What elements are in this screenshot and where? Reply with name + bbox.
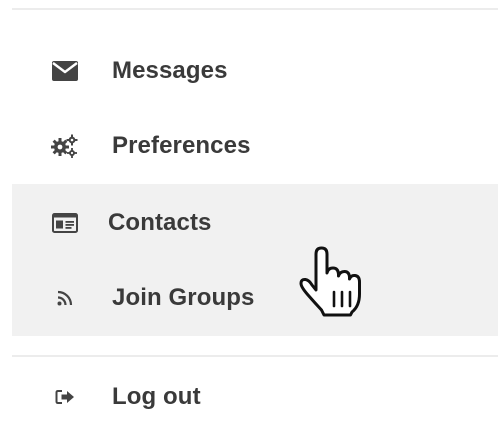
- menu-item-join-groups[interactable]: Join Groups: [12, 268, 498, 328]
- menu-item-contacts[interactable]: Contacts: [12, 193, 498, 253]
- id-card-icon: [50, 208, 80, 238]
- logout-divider: [12, 355, 498, 357]
- dropdown-menu: Messages Preferences Contacts Join Group…: [0, 0, 498, 430]
- envelope-icon: [50, 56, 80, 86]
- menu-item-label: Messages: [112, 57, 228, 84]
- menu-item-label: Join Groups: [112, 284, 255, 311]
- sign-out-icon: [50, 382, 80, 412]
- menu-item-label: Preferences: [112, 132, 251, 159]
- gears-icon: [50, 131, 80, 161]
- menu-item-label: Contacts: [108, 209, 212, 236]
- hand-pointer-cursor-icon: [299, 246, 361, 317]
- menu-item-log-out[interactable]: Log out: [12, 367, 498, 427]
- menu-item-label: Log out: [112, 383, 201, 410]
- top-divider: [12, 8, 498, 10]
- menu-item-preferences[interactable]: Preferences: [12, 116, 498, 176]
- menu-item-messages[interactable]: Messages: [12, 41, 498, 101]
- rss-icon: [50, 283, 80, 313]
